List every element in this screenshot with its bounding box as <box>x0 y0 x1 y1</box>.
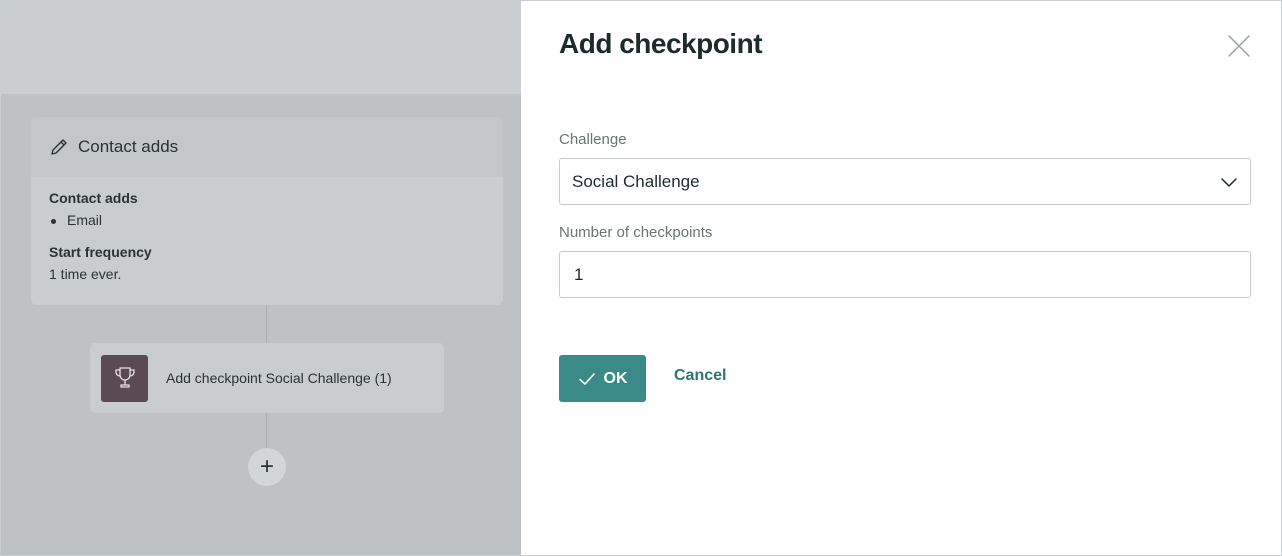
trigger-title: Contact adds <box>78 137 179 156</box>
chevron-down-icon <box>1221 178 1237 187</box>
trigger-card[interactable]: Contact adds Contact adds Email Start fr… <box>31 117 503 305</box>
ok-label: OK <box>603 369 628 387</box>
ok-button[interactable]: OK <box>559 355 646 402</box>
pencil-icon <box>51 139 67 155</box>
checkpoints-input[interactable] <box>559 251 1251 298</box>
trigger-section-label: Contact adds <box>49 190 138 206</box>
add-checkpoint-drawer: Add checkpoint Challenge Social Challeng… <box>521 1 1281 555</box>
connector-line <box>266 413 267 448</box>
action-card[interactable]: Add checkpoint Social Challenge (1) <box>90 343 444 413</box>
drawer-title: Add checkpoint <box>559 28 763 59</box>
cancel-button[interactable]: Cancel <box>674 367 726 385</box>
close-icon[interactable] <box>1226 33 1252 59</box>
action-icon-tile <box>101 354 148 402</box>
frequency-label: Start frequency <box>49 244 152 260</box>
trigger-items: Email <box>49 212 485 228</box>
challenge-select[interactable]: Social Challenge <box>559 158 1251 205</box>
frequency-value: 1 time ever. <box>49 266 122 282</box>
checkpoints-label: Number of checkpoints <box>559 224 713 241</box>
add-step-button[interactable]: + <box>248 448 286 486</box>
check-icon <box>578 372 595 385</box>
trophy-icon <box>114 367 135 388</box>
trigger-body: Contact adds Email Start frequency 1 tim… <box>31 177 503 282</box>
connector-line <box>266 305 267 343</box>
trigger-header: Contact adds <box>31 117 503 177</box>
challenge-select-value: Social Challenge <box>572 171 700 191</box>
challenge-label: Challenge <box>559 131 627 148</box>
action-label: Add checkpoint Social Challenge (1) <box>166 370 392 386</box>
canvas-header <box>1 1 521 94</box>
list-item: Email <box>49 212 485 228</box>
workflow-canvas: Contact adds Contact adds Email Start fr… <box>1 1 521 555</box>
app-frame: Contact adds Contact adds Email Start fr… <box>0 0 1282 556</box>
